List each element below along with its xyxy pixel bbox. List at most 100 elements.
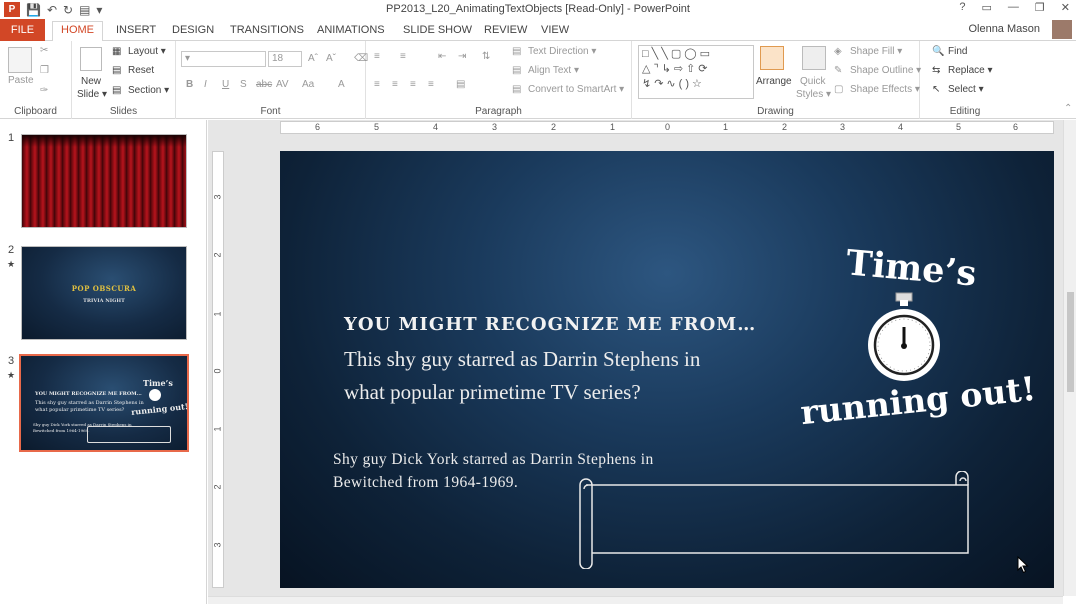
section-button[interactable]: Section ▾ xyxy=(128,85,169,96)
avatar[interactable] xyxy=(1052,20,1072,39)
restore-icon[interactable]: ❐ xyxy=(1035,1,1045,14)
arrange-icon[interactable] xyxy=(760,46,784,70)
reset-icon[interactable]: ▤ xyxy=(112,65,121,76)
slides-group: New Slide ▾ ▦ Layout ▾ ▤ Reset ▤ Section… xyxy=(72,41,176,119)
cut-icon[interactable]: ✂ xyxy=(40,45,48,56)
section-icon[interactable]: ▤ xyxy=(112,85,121,96)
align-left-icon[interactable]: ≡ xyxy=(374,79,380,90)
font-size-box[interactable]: 18 xyxy=(268,51,302,67)
hruler-label: 4 xyxy=(898,122,904,132)
layout-button[interactable]: Layout ▾ xyxy=(128,46,166,57)
new-slide-label-2[interactable]: Slide ▾ xyxy=(77,89,107,100)
reset-button[interactable]: Reset xyxy=(128,65,154,76)
bullets-icon[interactable]: ≡ xyxy=(374,51,380,62)
text-direction-icon[interactable]: ▤ xyxy=(512,46,521,57)
decrease-indent-icon[interactable]: ⇤ xyxy=(438,51,446,62)
slide-heading[interactable]: YOU MIGHT RECOGNIZE ME FROM… xyxy=(344,314,756,335)
vertical-scrollbar[interactable] xyxy=(1063,120,1076,596)
columns-icon[interactable]: ▤ xyxy=(456,79,465,90)
collapse-ribbon-icon[interactable]: ⌃ xyxy=(1064,103,1072,114)
find-button[interactable]: Find xyxy=(948,46,967,57)
arrange-button[interactable]: Arrange xyxy=(756,76,792,87)
layout-icon[interactable]: ▦ xyxy=(112,46,121,57)
ribbon-display-options-icon[interactable]: ▭ xyxy=(982,1,992,14)
tab-home[interactable]: HOME xyxy=(52,21,103,42)
thumb-number-2: 2 xyxy=(8,244,15,256)
slide-question-line-2[interactable]: what popular primetime TV series? xyxy=(344,380,641,405)
smartart-icon[interactable]: ▤ xyxy=(512,84,521,95)
slide-canvas[interactable]: YOU MIGHT RECOGNIZE ME FROM… This shy gu… xyxy=(280,151,1054,588)
shape-outline-button[interactable]: Shape Outline ▾ xyxy=(850,65,921,76)
underline-icon[interactable]: U xyxy=(222,79,229,90)
align-text-button[interactable]: Align Text ▾ xyxy=(528,65,579,76)
hruler-label: 1 xyxy=(610,122,616,132)
bold-icon[interactable]: B xyxy=(186,79,193,90)
paste-button[interactable]: Paste xyxy=(8,75,34,86)
align-text-icon[interactable]: ▤ xyxy=(512,65,521,76)
replace-button[interactable]: Replace ▾ xyxy=(948,65,993,76)
thumb3-scroll-shape xyxy=(87,426,171,443)
tab-slide-show[interactable]: SLIDE SHOW xyxy=(395,22,480,41)
slide-answer-line-2[interactable]: Bewitched from 1964-1969. xyxy=(333,474,518,492)
text-direction-button[interactable]: Text Direction ▾ xyxy=(528,46,596,57)
vertical-scroll-thumb[interactable] xyxy=(1067,292,1074,392)
tab-animations[interactable]: ANIMATIONS xyxy=(309,22,393,41)
strikethrough-icon[interactable]: abc xyxy=(256,79,272,90)
quick-styles-icon[interactable] xyxy=(802,46,826,70)
tab-design[interactable]: DESIGN xyxy=(164,22,222,41)
tab-transitions[interactable]: TRANSITIONS xyxy=(222,22,312,41)
quick-styles-label-1[interactable]: Quick xyxy=(800,76,826,87)
paste-icon[interactable] xyxy=(8,47,32,73)
change-case-icon[interactable]: Aa xyxy=(302,79,314,90)
character-spacing-icon[interactable]: AV xyxy=(276,79,289,90)
text-shadow-icon[interactable]: S xyxy=(240,79,247,90)
increase-indent-icon[interactable]: ⇥ xyxy=(458,51,466,62)
shape-outline-icon[interactable]: ✎ xyxy=(834,65,842,76)
times-text[interactable]: Time’s xyxy=(844,242,978,294)
select-icon[interactable]: ↖ xyxy=(932,84,940,95)
slide-thumbnail-1[interactable] xyxy=(21,134,187,228)
copy-icon[interactable]: ❐ xyxy=(40,65,49,76)
shape-fill-button[interactable]: Shape Fill ▾ xyxy=(850,46,902,57)
tab-insert[interactable]: INSERT xyxy=(108,22,164,41)
grow-font-icon[interactable]: Aˆ xyxy=(308,53,318,64)
shrink-font-icon[interactable]: Aˇ xyxy=(326,53,336,64)
select-button[interactable]: Select ▾ xyxy=(948,84,984,95)
user-name[interactable]: Olenna Mason xyxy=(968,23,1040,35)
justify-icon[interactable]: ≡ xyxy=(428,79,434,90)
minimize-icon[interactable]: — xyxy=(1008,1,1019,14)
scroll-shape[interactable] xyxy=(574,471,974,569)
quick-styles-label-2[interactable]: Styles ▾ xyxy=(796,89,831,100)
shape-fill-icon[interactable]: ◈ xyxy=(834,46,842,57)
font-color-icon[interactable]: A xyxy=(338,79,345,90)
close-icon[interactable]: ✕ xyxy=(1061,1,1070,14)
new-slide-label-1[interactable]: New xyxy=(81,76,101,87)
find-icon[interactable]: 🔍 xyxy=(932,46,944,57)
stopwatch-icon[interactable] xyxy=(864,289,944,385)
horizontal-ruler[interactable]: 6 5 4 3 2 1 0 1 2 3 4 5 6 xyxy=(280,121,1054,134)
font-name-box[interactable]: ▾ xyxy=(181,51,266,67)
tab-review[interactable]: REVIEW xyxy=(476,22,535,41)
align-center-icon[interactable]: ≡ xyxy=(392,79,398,90)
vertical-ruler[interactable]: 3 2 1 0 1 2 3 xyxy=(212,151,224,588)
horizontal-scrollbar[interactable] xyxy=(208,596,1063,604)
format-painter-icon[interactable]: ✑ xyxy=(40,85,48,96)
slides-label: Slides xyxy=(109,106,138,117)
slide-answer-line-1[interactable]: Shy guy Dick York starred as Darrin Step… xyxy=(333,451,654,469)
slide-thumbnail-2[interactable]: POP OBSCURA TRIVIA NIGHT xyxy=(21,246,187,340)
tab-file[interactable]: FILE xyxy=(0,19,45,41)
tab-view[interactable]: VIEW xyxy=(533,22,577,41)
align-right-icon[interactable]: ≡ xyxy=(410,79,416,90)
slide-thumbnail-3[interactable]: YOU MIGHT RECOGNIZE ME FROM… This shy gu… xyxy=(19,354,189,452)
help-icon[interactable]: ? xyxy=(959,1,965,14)
shape-effects-button[interactable]: Shape Effects ▾ xyxy=(850,84,920,95)
new-slide-icon[interactable] xyxy=(80,47,102,71)
convert-smartart-button[interactable]: Convert to SmartArt ▾ xyxy=(528,84,624,95)
slide-question-line-1[interactable]: This shy guy starred as Darrin Stephens … xyxy=(344,347,700,372)
replace-icon[interactable]: ⇆ xyxy=(932,65,940,76)
numbering-icon[interactable]: ≡ xyxy=(400,51,406,62)
italic-icon[interactable]: I xyxy=(204,79,207,90)
line-spacing-icon[interactable]: ⇅ xyxy=(482,51,490,62)
shapes-gallery[interactable]: □╲╲▢◯▭ △⌝↳⇨⇧⟳ ↯↷∿()☆ xyxy=(638,45,754,99)
shape-effects-icon[interactable]: ▢ xyxy=(834,84,843,95)
